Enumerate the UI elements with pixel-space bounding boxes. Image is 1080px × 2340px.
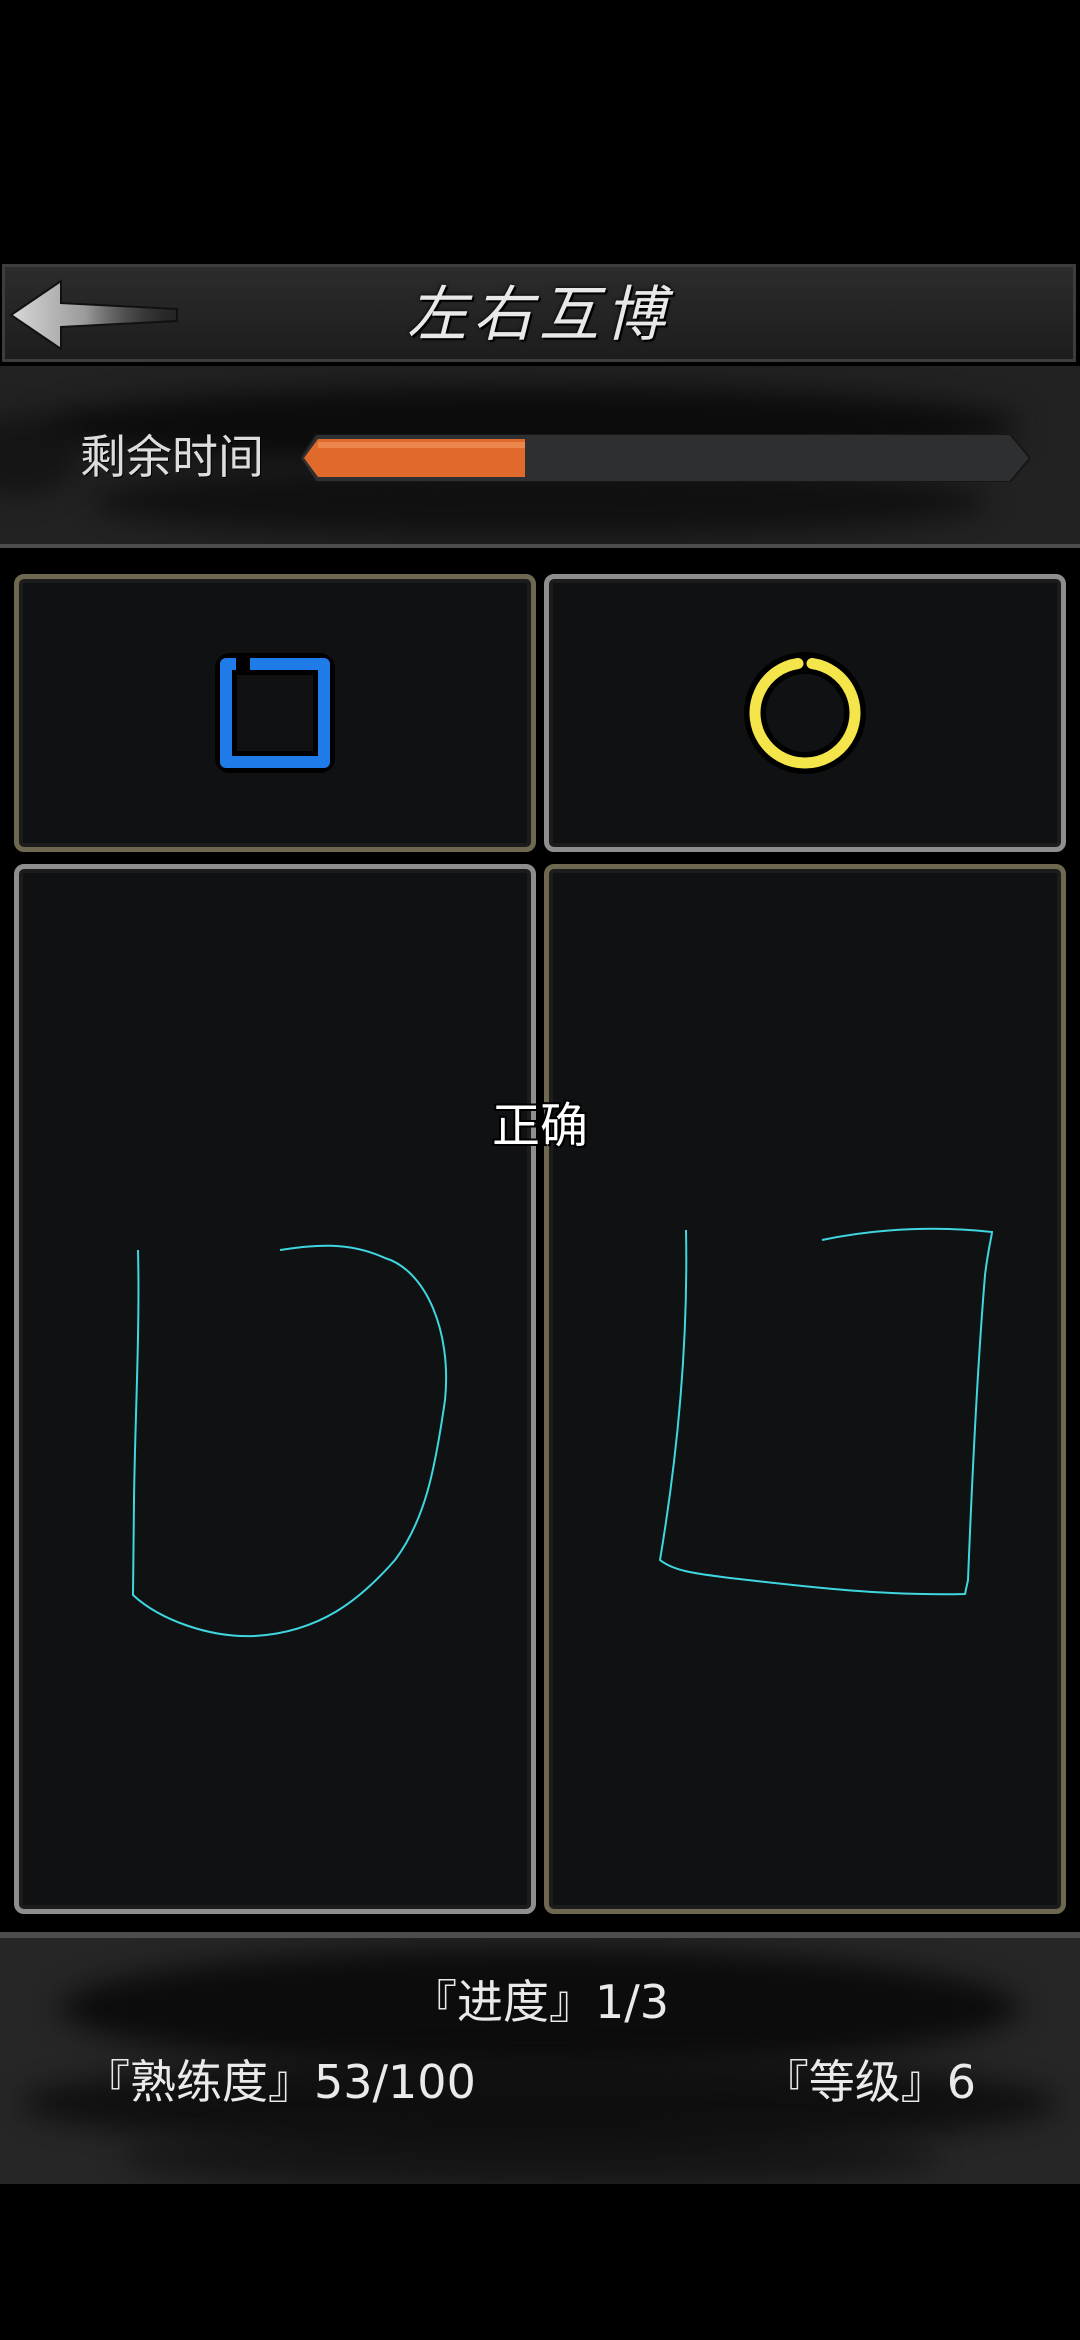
progress-stat: 『进度』1/3 bbox=[0, 1974, 1080, 2030]
mastery-label: 『熟练度』 bbox=[84, 2055, 314, 2109]
progress-label: 『进度』 bbox=[410, 1975, 595, 2029]
timer-label: 剩余时间 bbox=[80, 430, 264, 484]
stats-area: 『进度』1/3 『熟练度』53/100 『等级』6 bbox=[0, 1938, 1080, 2184]
result-text: 正确 bbox=[491, 1098, 588, 1154]
mastery-value: 53/100 bbox=[314, 2055, 476, 2109]
right-target-panel bbox=[544, 574, 1066, 852]
left-target-panel bbox=[14, 574, 536, 852]
right-drawing-area[interactable] bbox=[544, 864, 1066, 1914]
mastery-stat: 『熟练度』53/100 bbox=[84, 2054, 476, 2110]
circle-icon bbox=[744, 652, 866, 774]
timer-area: 剩余时间 bbox=[0, 366, 1080, 548]
page-title: 左右互博 bbox=[407, 280, 671, 350]
level-value: 6 bbox=[946, 2055, 976, 2109]
title-bar: 左右互博 bbox=[2, 264, 1076, 362]
progress-value: 1/3 bbox=[594, 1975, 670, 2029]
level-label: 『等级』 bbox=[762, 2055, 947, 2109]
timer-bar bbox=[300, 434, 1030, 482]
level-stat: 『等级』6 bbox=[763, 2054, 976, 2110]
square-icon bbox=[215, 653, 335, 773]
left-drawing-area[interactable] bbox=[14, 864, 536, 1914]
